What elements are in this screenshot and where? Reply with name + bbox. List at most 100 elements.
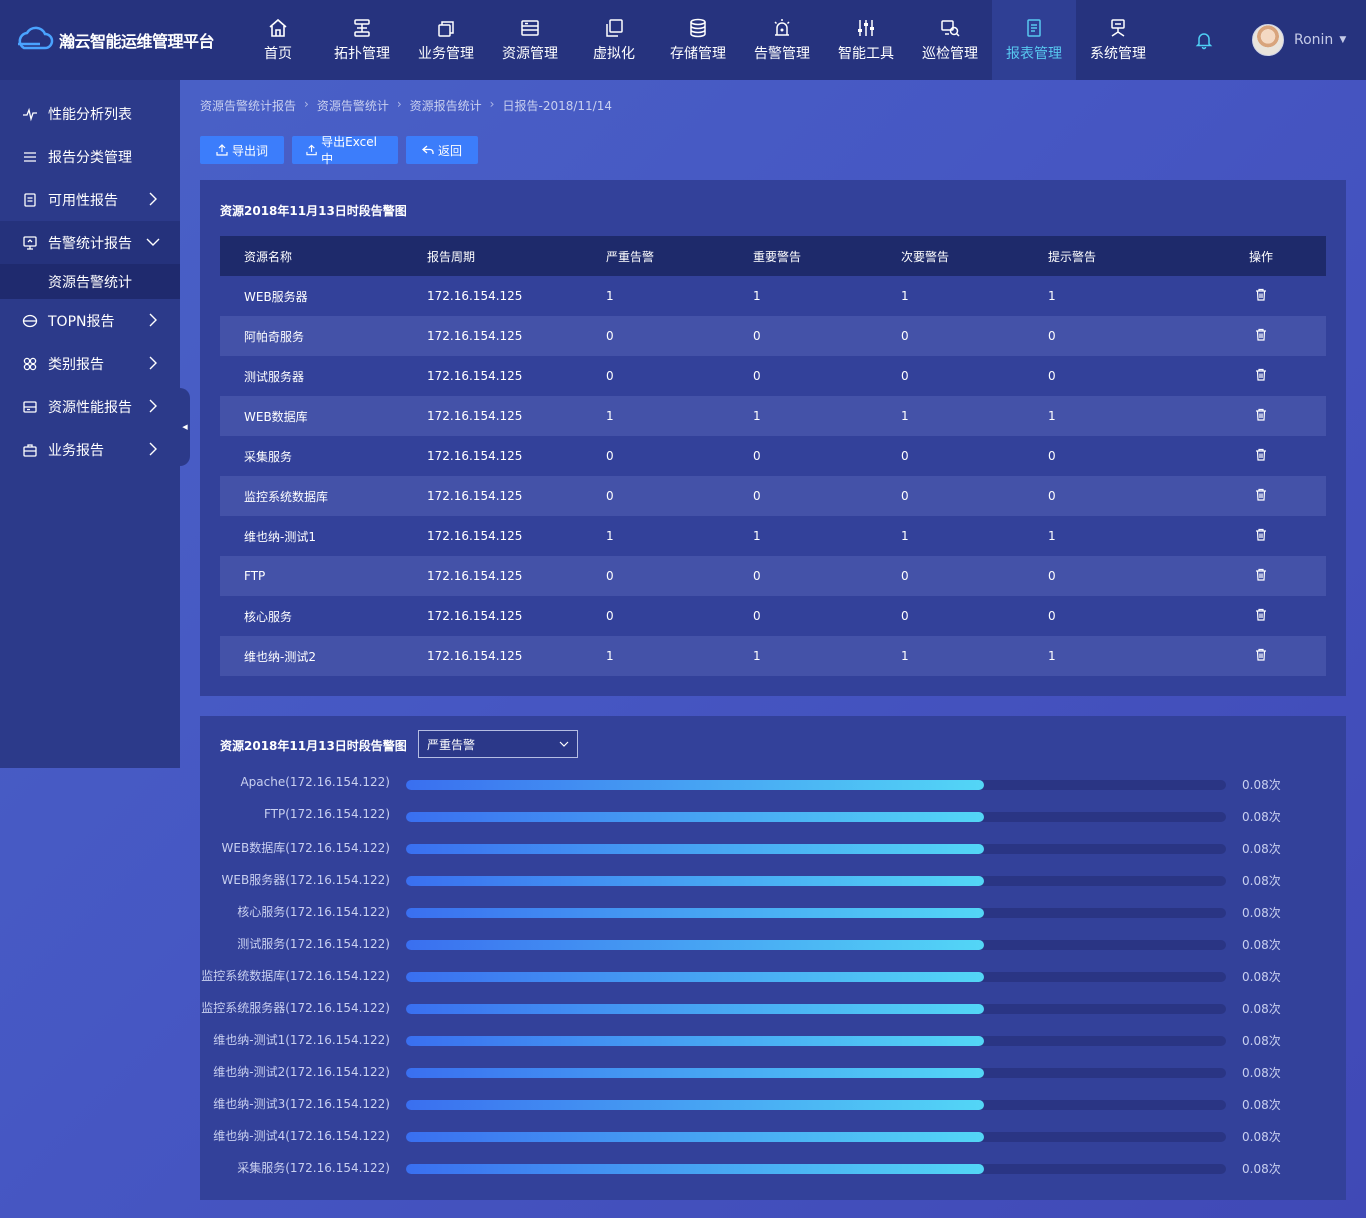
table-cell: 1	[753, 529, 761, 543]
nav-item-business[interactable]: 业务管理	[404, 0, 488, 80]
user-menu[interactable]: Ronin ▼	[1252, 24, 1346, 56]
table-cell: 1	[901, 289, 909, 303]
nav-item-tools[interactable]: 智能工具	[824, 0, 908, 80]
sidebar-item-topn[interactable]: TOPN报告	[0, 299, 180, 342]
bar-row: 采集服务(172.16.154.122) 0.08次	[200, 1158, 1346, 1178]
table-cell: WEB服务器	[244, 289, 308, 304]
trash-icon[interactable]	[1255, 568, 1267, 581]
alarm-level-select[interactable]: 严重告警	[418, 730, 578, 758]
bar-track	[406, 940, 1226, 950]
nav-item-label: 存储管理	[670, 46, 726, 62]
table-cell: 1	[606, 649, 614, 663]
nav-item-storage[interactable]: 存储管理	[656, 0, 740, 80]
sidebar: 性能分析列表 报告分类管理 可用性报告 告警统计报告资源告警统计 TOPN报告 类别报告资…	[0, 80, 180, 768]
table-cell: 0	[1048, 329, 1056, 343]
trash-icon[interactable]	[1255, 408, 1267, 421]
table-cell: 监控系统数据库	[244, 489, 329, 504]
trash-icon[interactable]	[1255, 488, 1267, 501]
export-excel-label: 导出Excel中	[321, 135, 377, 166]
trash-icon[interactable]	[1255, 328, 1267, 341]
table-cell: 172.16.154.125	[427, 609, 523, 623]
bar-track	[406, 1100, 1226, 1110]
sidebar-item-database[interactable]: 资源性能报告	[0, 385, 180, 428]
nav-item-topology[interactable]: 拓扑管理	[320, 0, 404, 80]
breadcrumb-item[interactable]: 资源报告统计	[410, 97, 482, 114]
bar-fill	[406, 780, 985, 790]
sidebar-subitem-resource-alarm-stats[interactable]: 资源告警统计	[0, 264, 180, 299]
report-icon	[1027, 19, 1041, 37]
sidebar-item-monitor[interactable]: 告警统计报告	[0, 221, 180, 264]
bar-track	[406, 1132, 1226, 1142]
table-cell: 1	[1048, 529, 1056, 543]
bar-label: 监控系统数据库(172.16.154.122)	[201, 969, 390, 983]
breadcrumb-item[interactable]: 资源告警统计	[317, 97, 389, 114]
top-navigation-bar: 瀚云智能运维管理平台 首页 拓扑管理 业务管理 资源管理 虚拟化 存储管理 告警管理 智能工具…	[0, 0, 1366, 80]
table-cell: 阿帕奇服务	[244, 329, 305, 344]
table-cell: 采集服务	[244, 449, 293, 464]
export-excel-button[interactable]: 导出Excel中	[292, 135, 398, 166]
bar-label: FTP(172.16.154.122)	[263, 807, 390, 821]
table-cell: 172.16.154.125	[427, 649, 523, 663]
trash-icon[interactable]	[1255, 608, 1267, 621]
breadcrumb-item[interactable]: 资源告警统计报告	[200, 97, 296, 114]
alarm-icon	[774, 19, 790, 36]
nav-item-report[interactable]: 报表管理	[992, 0, 1076, 80]
bar-row: 监控系统数据库(172.16.154.122) 0.08次	[200, 966, 1346, 986]
export-word-button[interactable]: 导出词	[200, 136, 284, 164]
nav-item-home[interactable]: 首页	[236, 0, 320, 80]
inspect-icon	[941, 20, 960, 37]
trash-icon[interactable]	[1255, 368, 1267, 381]
sidebar-item-pulse[interactable]: 性能分析列表	[0, 92, 180, 135]
export-icon	[216, 144, 228, 156]
table-cell: 1	[901, 649, 909, 663]
brand[interactable]: 瀚云智能运维管理平台	[14, 26, 215, 54]
trash-icon[interactable]	[1255, 648, 1267, 661]
database-icon	[23, 400, 37, 413]
sidebar-collapse-toggle[interactable]: ◀	[180, 388, 190, 466]
table-row: 维也纳-测试1 172.16.154.125 1 1 1 1	[220, 516, 1326, 556]
trash-icon[interactable]	[1255, 528, 1267, 541]
bar-row: 维也纳-测试2(172.16.154.122) 0.08次	[200, 1062, 1346, 1082]
bar-track	[406, 1036, 1226, 1046]
bar-row: Apache(172.16.154.122) 0.08次	[200, 774, 1346, 794]
sidebar-item-label: 业务报告	[48, 442, 104, 459]
select-value: 严重告警	[427, 737, 476, 752]
table-cell: 1	[606, 529, 614, 543]
table-header-cell: 重要警告	[753, 249, 802, 264]
bell-icon[interactable]	[1194, 30, 1214, 50]
nav-item-label: 巡检管理	[922, 46, 978, 62]
nav-item-system[interactable]: 系统管理	[1076, 0, 1160, 80]
nav-item-virtual[interactable]: 虚拟化	[572, 0, 656, 80]
alarm-table-panel: 资源2018年11月13日时段告警图 资源名称 报告周期 严重告警 重要警告 次要警告 提…	[200, 180, 1346, 696]
table-row: 采集服务 172.16.154.125 0 0 0 0	[220, 436, 1326, 476]
username: Ronin	[1294, 32, 1334, 48]
bar-track	[406, 972, 1226, 982]
sidebar-item-list[interactable]: 报告分类管理	[0, 135, 180, 178]
sidebar-item-document[interactable]: 可用性报告	[0, 178, 180, 221]
table-cell: 0	[753, 489, 761, 503]
bar-row: 核心服务(172.16.154.122) 0.08次	[200, 902, 1346, 922]
nav-item-alarm[interactable]: 告警管理	[740, 0, 824, 80]
table-row: WEB数据库 172.16.154.125 1 1 1 1	[220, 396, 1326, 436]
trash-icon[interactable]	[1255, 448, 1267, 461]
nav-item-inspect[interactable]: 巡检管理	[908, 0, 992, 80]
table-cell: 1	[1048, 649, 1056, 663]
back-button[interactable]: 返回	[406, 136, 478, 164]
bar-label: 维也纳-测试2(172.16.154.122)	[213, 1065, 390, 1079]
nav-item-label: 资源管理	[502, 46, 558, 62]
export-icon	[306, 144, 317, 156]
sidebar-item-category[interactable]: 类别报告	[0, 342, 180, 385]
table-cell: WEB数据库	[244, 409, 308, 424]
chevron-right-icon	[149, 313, 157, 327]
sidebar-item-briefcase[interactable]: 业务报告	[0, 428, 180, 471]
bar-label: 监控系统服务器(172.16.154.122)	[201, 1001, 390, 1015]
trash-icon[interactable]	[1255, 288, 1267, 301]
bar-fill	[406, 1068, 985, 1078]
table-cell: 测试服务器	[244, 369, 305, 384]
nav-item-resource[interactable]: 资源管理	[488, 0, 572, 80]
bar-fill	[406, 1132, 985, 1142]
breadcrumb-separator-icon: ›	[304, 97, 309, 111]
table-header-cell: 资源名称	[244, 249, 293, 264]
sidebar-item-label: 资源性能报告	[48, 399, 132, 416]
sidebar-subitem-label: 资源告警统计	[48, 274, 132, 291]
